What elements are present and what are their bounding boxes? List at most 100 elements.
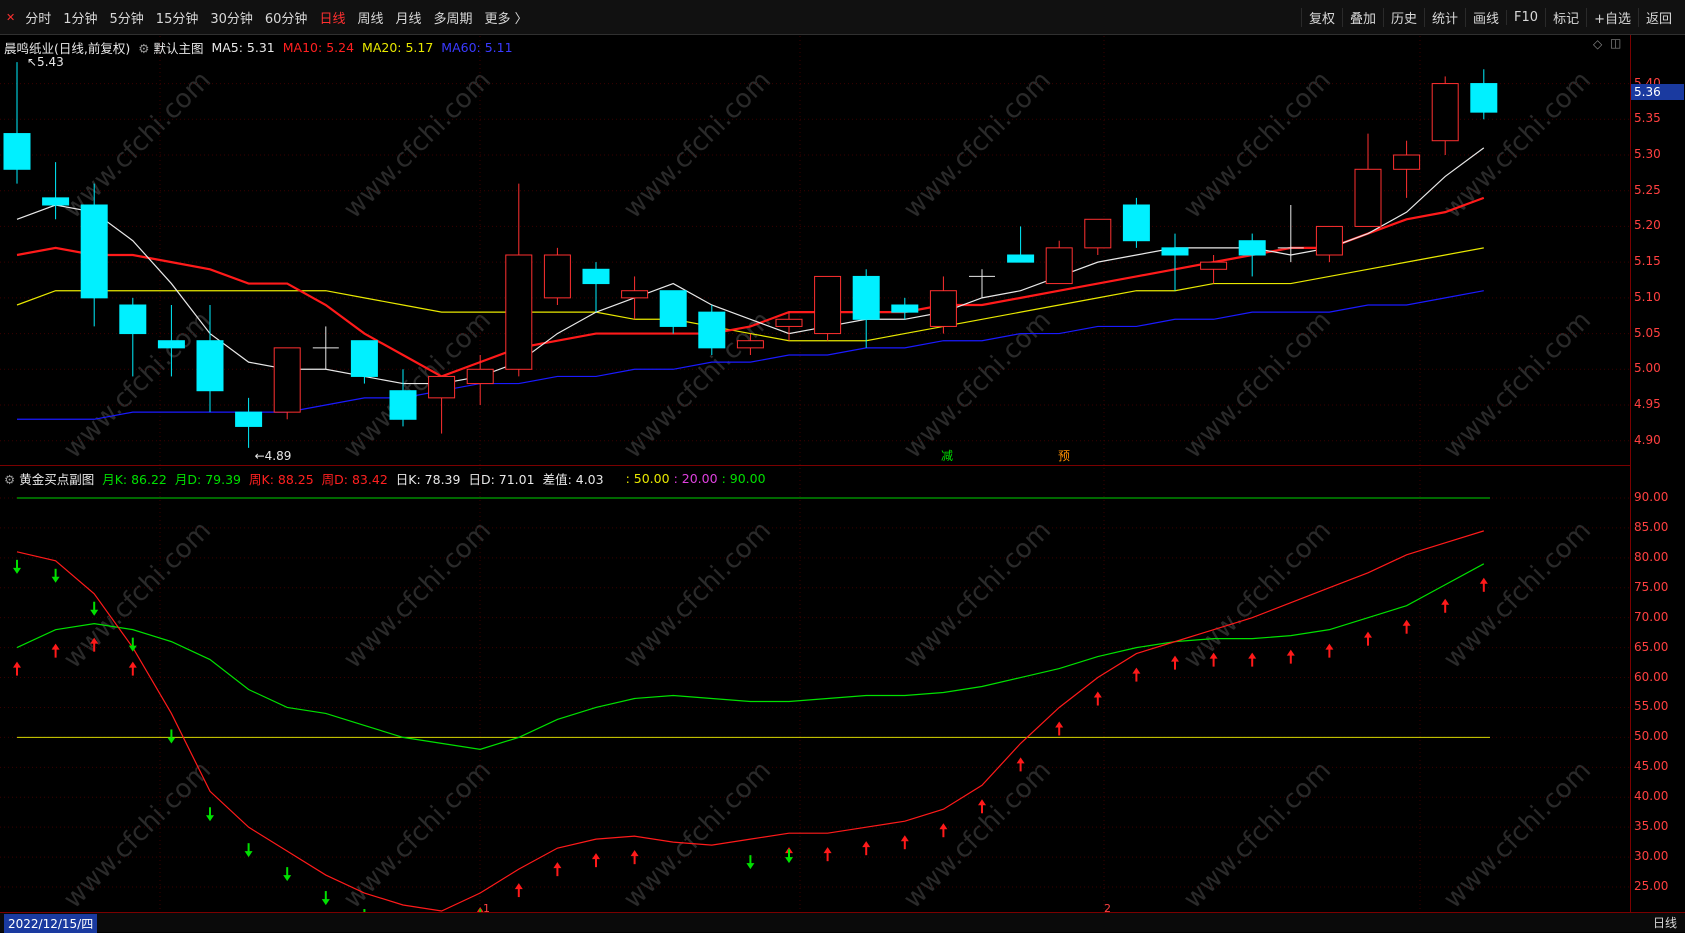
buy-arrow-icon — [1171, 655, 1179, 670]
candle-body — [42, 197, 70, 206]
price-tick: 5.30 — [1634, 147, 1661, 161]
candle-body — [775, 318, 803, 327]
candle-body — [1393, 154, 1421, 170]
indicator-tick: 90.00 — [1634, 489, 1669, 504]
settings-icon[interactable]: ⚙ — [138, 41, 149, 56]
candle-body — [1161, 247, 1189, 256]
indicator-name[interactable]: ⚙ 默认主图 — [138, 38, 203, 57]
candle-body — [157, 340, 185, 349]
buy-arrow-icon — [939, 823, 948, 838]
sell-arrow-icon — [283, 867, 292, 882]
candle-body — [698, 311, 726, 349]
ma60-value: MA60: 5.11 — [441, 39, 513, 55]
month-d-line — [16, 530, 1484, 912]
week-k: 周K: 88.25 — [249, 471, 314, 487]
stock-name[interactable]: 晨鸣纸业(日线,前复权) — [4, 38, 130, 57]
candle-body — [891, 304, 919, 313]
main-indicator-label: 默认主图 — [153, 40, 204, 56]
candle-body — [1084, 218, 1112, 249]
price-tick: 5.00 — [1634, 361, 1661, 376]
price-tick: 4.95 — [1634, 397, 1661, 411]
candle-body — [196, 340, 224, 392]
price-tick: 5.25 — [1634, 182, 1661, 197]
sell-arrow-icon — [785, 849, 793, 864]
buy-arrow-icon — [90, 637, 99, 652]
buy-arrow-icon — [1364, 631, 1372, 646]
candle-body — [1007, 254, 1035, 263]
indicator-tick: 30.00 — [1634, 849, 1669, 864]
candle-body — [389, 390, 417, 420]
price-tick: 5.35 — [1634, 111, 1661, 126]
day-d: 日D: 71.01 — [468, 471, 535, 487]
buy-arrow-icon — [1286, 649, 1295, 664]
sub-indicator-label: 黄金买点副图 — [19, 471, 95, 487]
candle-body — [3, 133, 31, 170]
candle-body — [273, 347, 301, 413]
candle-body — [1354, 168, 1382, 227]
indicator-tick: 40.00 — [1634, 789, 1669, 804]
level-50: : 50.00 — [625, 470, 670, 486]
settings-icon[interactable]: ⚙ — [4, 472, 15, 487]
buy-arrow-icon — [1055, 721, 1064, 736]
date-label: 2022/12/15/四 — [4, 914, 98, 933]
period-label[interactable]: 日线 — [1653, 914, 1677, 931]
candle-body — [852, 275, 880, 320]
buy-arrow-icon — [1093, 691, 1102, 706]
sell-arrow-icon — [90, 601, 99, 616]
month-marker-1: 1 — [483, 902, 490, 915]
indicator-tick: 45.00 — [1634, 759, 1669, 774]
sell-arrow-icon — [244, 843, 253, 858]
price-tick: 5.20 — [1634, 218, 1661, 233]
buy-arrow-icon — [1441, 598, 1450, 613]
time-axis: 2022/12/15/四 日线 — [0, 912, 1685, 933]
candle-body — [1431, 83, 1459, 142]
indicator-tick: 85.00 — [1634, 519, 1669, 534]
candle-body — [1122, 204, 1150, 242]
buy-arrow-icon — [900, 835, 909, 850]
buy-arrow-icon — [553, 862, 562, 877]
chart-canvas[interactable]: ↖5.43 ←4.89 减 预 — [0, 0, 1685, 932]
sell-arrow-icon — [206, 807, 214, 822]
price-tick: 5.05 — [1634, 325, 1661, 340]
candle-body — [80, 204, 108, 299]
buy-arrow-icon — [1248, 652, 1257, 667]
candle-body — [428, 375, 456, 399]
ma5-value: MA5: 5.31 — [211, 39, 275, 55]
candle-body — [119, 304, 147, 335]
low-price-label: ←4.89 — [255, 449, 292, 463]
candle-body — [929, 290, 957, 327]
level-90: : 90.00 — [721, 470, 766, 486]
candle-body — [1238, 240, 1266, 256]
buy-arrow-icon — [823, 847, 832, 862]
month-d: 月D: 79.39 — [174, 471, 241, 487]
ma10-value: MA10: 5.24 — [282, 39, 355, 55]
buy-arrow-icon — [514, 883, 523, 898]
sub-info-bar: ⚙ 黄金买点副图 月K: 86.22 月D: 79.39 周K: 88.25 周… — [0, 468, 774, 488]
indicator-tick: 70.00 — [1634, 609, 1669, 624]
buy-arrow-icon — [592, 853, 600, 868]
sell-arrow-icon — [51, 568, 60, 583]
buy-arrow-icon — [13, 661, 21, 676]
buy-arrow-icon — [1479, 577, 1488, 592]
indicator-tick: 65.00 — [1634, 639, 1669, 654]
price-tick: 5.15 — [1634, 254, 1661, 269]
candle-body — [1315, 225, 1343, 256]
buy-arrow-icon — [1016, 757, 1025, 772]
sub-indicator[interactable]: ⚙ 黄金买点副图 — [4, 469, 94, 488]
candle-body — [582, 268, 610, 285]
signal-jian: 减 — [941, 449, 953, 463]
month-k: 月K: 86.22 — [102, 471, 167, 487]
buy-arrow-icon — [128, 661, 137, 676]
buy-arrow-icon — [51, 643, 60, 658]
candle-body — [621, 290, 649, 299]
buy-arrow-icon — [1402, 619, 1411, 634]
sell-arrow-icon — [746, 855, 755, 870]
indicator-tick: 35.00 — [1634, 819, 1669, 834]
candle-body — [736, 340, 764, 349]
main-info-bar: 晨鸣纸业(日线,前复权) ⚙ 默认主图 MA5: 5.31 MA10: 5.24… — [0, 37, 521, 57]
candle-body — [235, 411, 263, 427]
indicator-tick: 80.00 — [1634, 549, 1669, 564]
indicator-tick: 75.00 — [1634, 579, 1669, 594]
indicator-tick: 60.00 — [1634, 669, 1669, 684]
candle-body — [1470, 83, 1498, 113]
